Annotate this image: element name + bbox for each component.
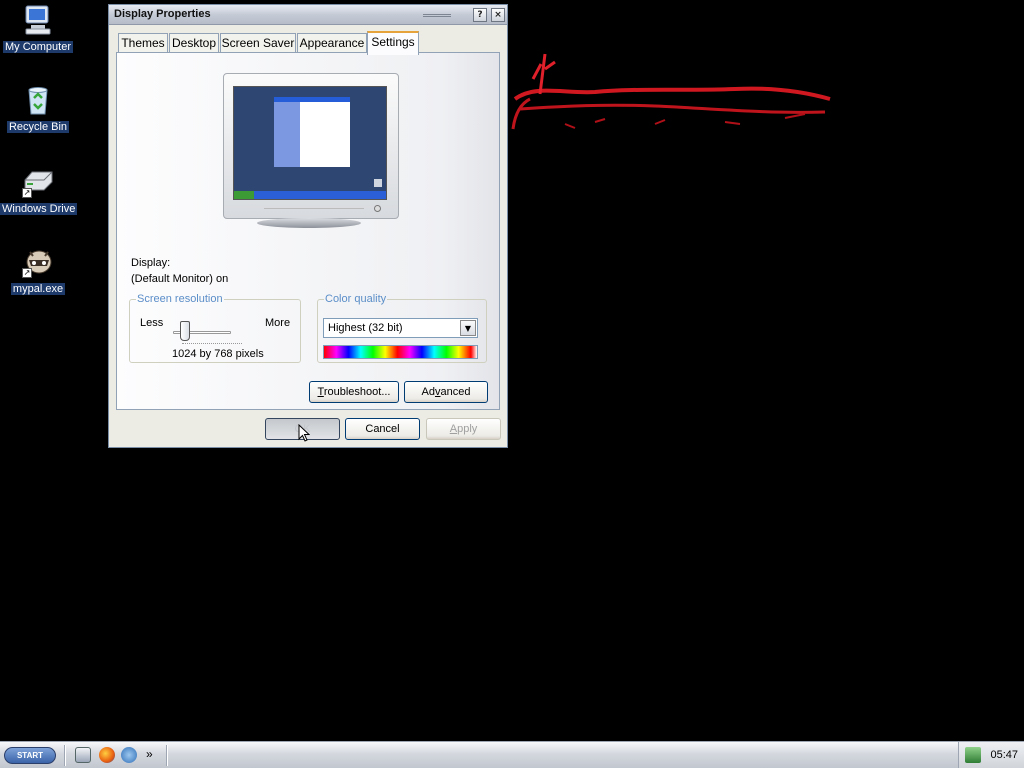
quick-launch-chevron-icon[interactable]: » xyxy=(146,747,153,761)
desktop-icon-label: Windows Drive xyxy=(0,203,78,215)
desktop-icon-my-computer[interactable]: My Computer xyxy=(0,4,76,53)
dialog-titlebar[interactable]: Display Properties ? × xyxy=(109,5,507,25)
mypal-raccoon-icon: ↗ xyxy=(22,246,54,278)
preview-taskbar xyxy=(234,191,386,199)
monitor-bezel-slot xyxy=(264,208,364,211)
desktop-icon-label: mypal.exe xyxy=(10,283,66,295)
monitor-power-icon xyxy=(374,205,381,212)
advanced-button[interactable]: Advanced xyxy=(404,381,488,403)
preview-window xyxy=(274,97,350,167)
resolution-more-label: More xyxy=(265,317,291,329)
display-value: (Default Monitor) on xyxy=(131,273,229,285)
preview-recycle-icon xyxy=(374,179,382,187)
monitor-stand xyxy=(257,218,361,228)
display-label: Display: xyxy=(131,257,171,269)
monitor-screen xyxy=(233,86,387,200)
desktop-icon-label: My Computer xyxy=(2,41,74,53)
desktop-icon-label: Recycle Bin xyxy=(6,121,70,133)
tray-network-icon[interactable] xyxy=(965,747,981,763)
monitor-preview xyxy=(223,73,399,219)
color-spectrum-bar xyxy=(323,345,478,359)
shortcut-arrow-icon: ↗ xyxy=(22,268,32,278)
settings-panel: Display: (Default Monitor) on Screen res… xyxy=(116,52,500,410)
resolution-less-label: Less xyxy=(140,317,164,329)
clock[interactable]: 05:47 xyxy=(990,749,1018,761)
start-button[interactable]: START xyxy=(4,747,56,764)
display-properties-dialog: Display Properties ? × Themes Desktop Sc… xyxy=(108,4,508,448)
screen-resolution-label: Screen resolution xyxy=(137,293,223,305)
taskbar-separator xyxy=(64,745,66,766)
cancel-button[interactable]: Cancel xyxy=(345,418,420,440)
dialog-title: Display Properties xyxy=(114,8,211,20)
apply-button[interactable]: Apply xyxy=(426,418,501,440)
computer-icon xyxy=(22,4,54,36)
shortcut-arrow-icon: ↗ xyxy=(22,188,32,198)
color-quality-value: Highest (32 bit) xyxy=(328,322,403,334)
tab-settings[interactable]: Settings xyxy=(367,31,419,55)
tab-desktop[interactable]: Desktop xyxy=(169,33,219,53)
tab-appearance[interactable]: Appearance xyxy=(297,33,367,53)
desktop-icon-windows-drive[interactable]: ↗ Windows Drive xyxy=(0,166,78,215)
tab-screen-saver[interactable]: Screen Saver xyxy=(220,33,296,53)
resolution-value: 1024 by 768 pixels xyxy=(172,348,264,360)
taskbar-separator xyxy=(166,745,168,766)
tab-themes[interactable]: Themes xyxy=(118,33,168,53)
quick-launch-browser-icon[interactable] xyxy=(121,747,137,763)
desktop-icon-mypal[interactable]: ↗ mypal.exe xyxy=(0,246,76,295)
desktop-red-scribble xyxy=(511,53,831,130)
quick-launch-desktop-icon[interactable] xyxy=(75,747,91,763)
color-quality-label: Color quality xyxy=(325,293,387,305)
system-tray: 05:47 xyxy=(958,742,1024,768)
titlebar-grip-icon xyxy=(423,14,451,17)
recycle-bin-icon xyxy=(22,84,54,116)
taskbar: START » 05:47 xyxy=(0,741,1024,768)
color-quality-dropdown[interactable]: Highest (32 bit) ▼ xyxy=(323,318,478,338)
help-button[interactable]: ? xyxy=(473,8,487,22)
quick-launch-firefox-icon[interactable] xyxy=(99,747,115,763)
close-button[interactable]: × xyxy=(491,8,505,22)
mouse-pointer-icon xyxy=(298,424,310,442)
troubleshoot-button[interactable]: Troubleshoot... xyxy=(309,381,399,403)
drive-icon: ↗ xyxy=(22,166,54,198)
chevron-down-icon[interactable]: ▼ xyxy=(460,320,476,336)
desktop-icon-recycle-bin[interactable]: Recycle Bin xyxy=(0,84,76,133)
resolution-slider-ticks xyxy=(182,343,242,344)
resolution-slider-thumb[interactable] xyxy=(180,321,190,341)
